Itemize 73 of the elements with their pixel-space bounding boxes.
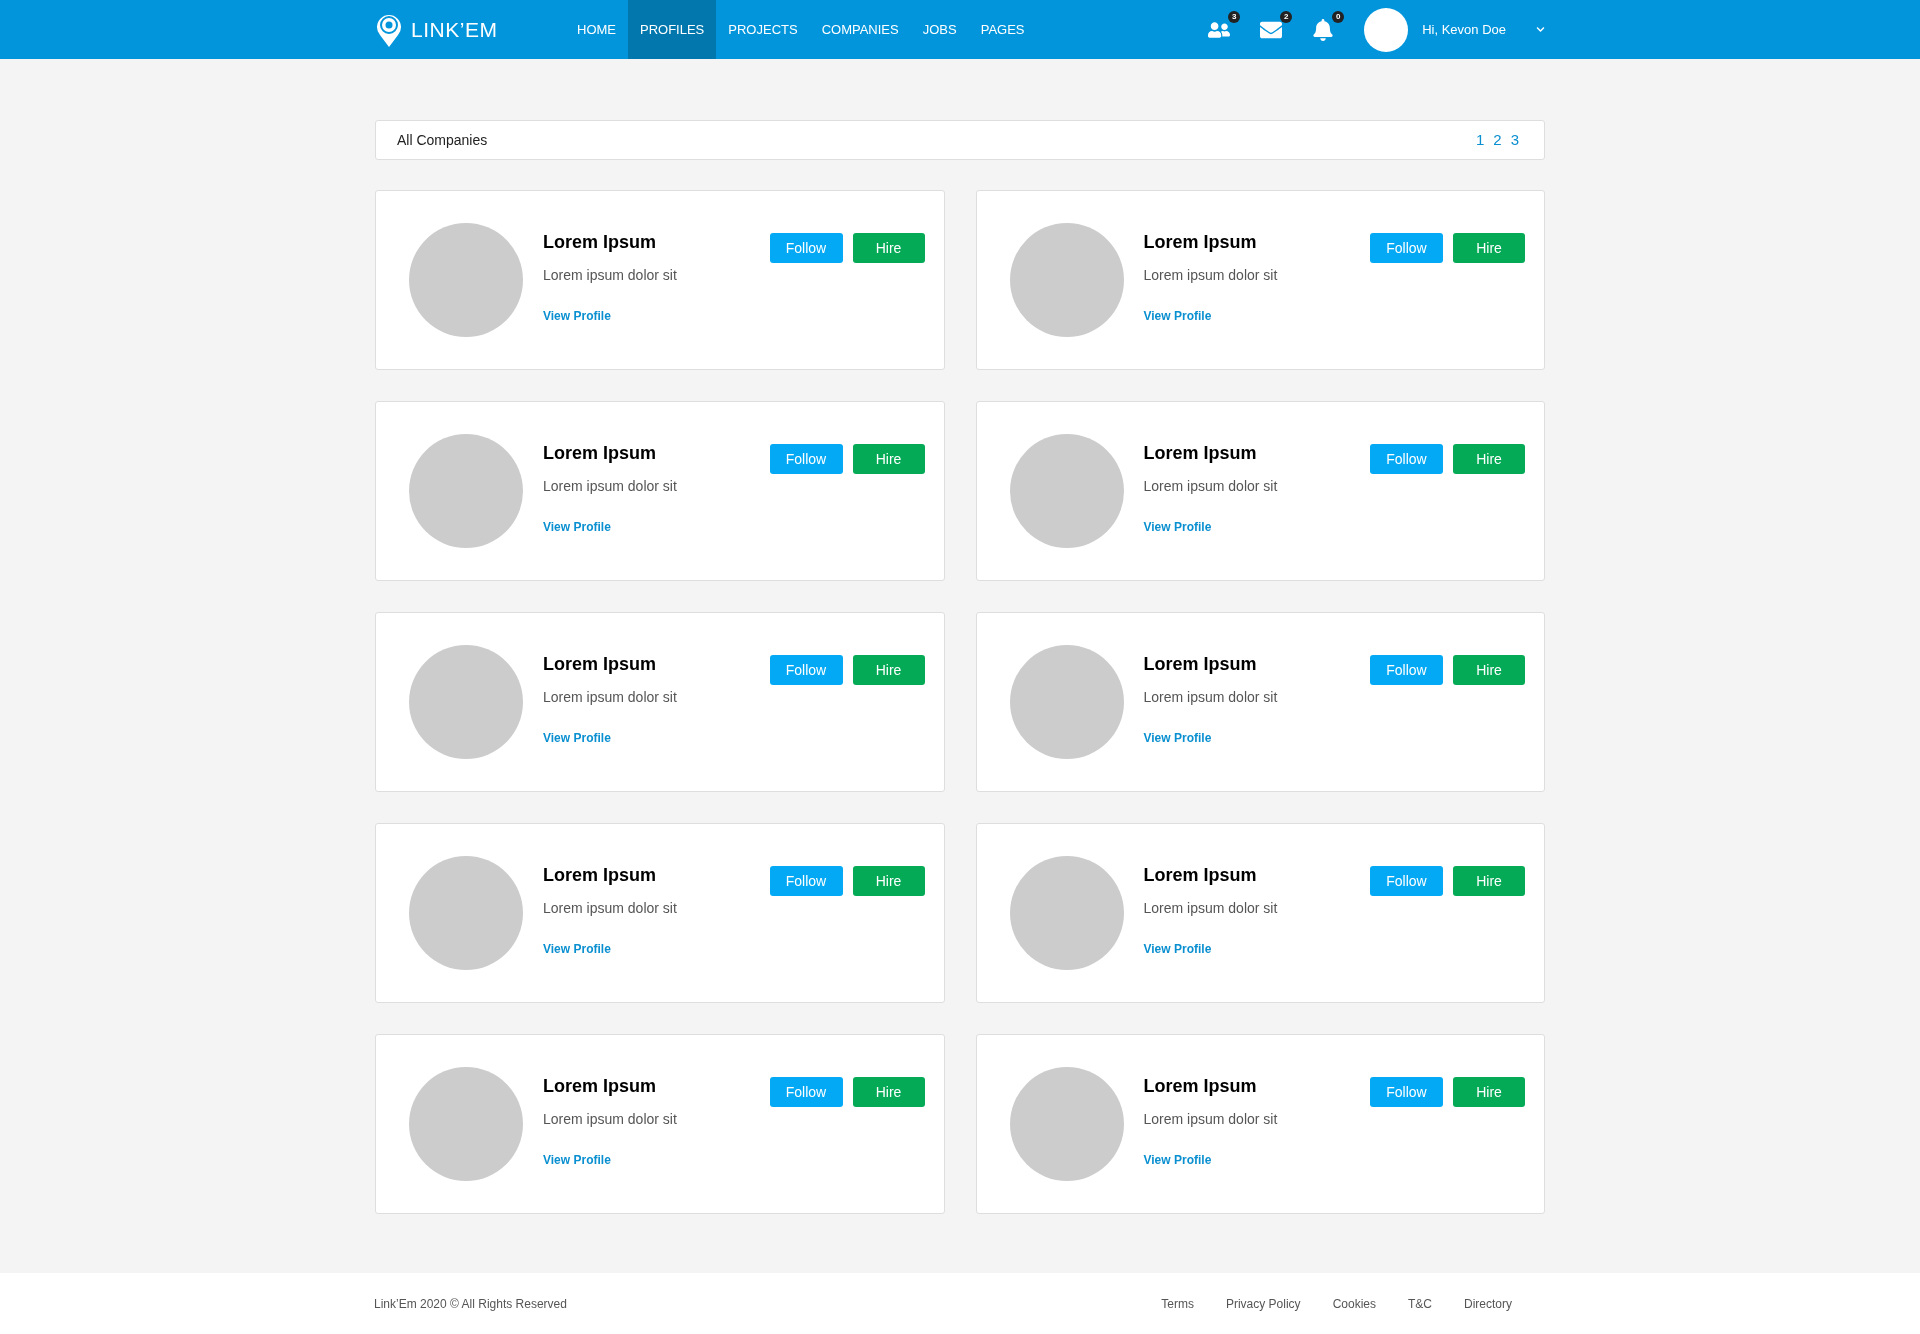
hire-button[interactable]: Hire bbox=[1453, 1077, 1525, 1107]
follow-button[interactable]: Follow bbox=[1370, 1077, 1443, 1107]
profile-name: Lorem Ipsum bbox=[1143, 864, 1258, 887]
follow-button[interactable]: Follow bbox=[1370, 444, 1443, 474]
view-profile-link[interactable]: View Profile bbox=[543, 1151, 677, 1169]
pagination-link[interactable]: 2 bbox=[1493, 128, 1502, 152]
nav-tab[interactable]: COMPANIES bbox=[809, 0, 911, 59]
view-profile-link[interactable]: View Profile bbox=[1143, 940, 1278, 958]
profile-name: Lorem Ipsum bbox=[543, 864, 658, 887]
chevron-down-icon[interactable] bbox=[1536, 25, 1545, 34]
profile-name: Lorem Ipsum bbox=[543, 442, 658, 465]
follow-button[interactable]: Follow bbox=[769, 1077, 843, 1107]
hire-button[interactable]: Hire bbox=[1453, 866, 1525, 896]
profile-description: Lorem ipsum dolor sit bbox=[1143, 688, 1278, 707]
nav-tab[interactable]: PROFILES bbox=[628, 0, 717, 59]
profile-name: Lorem Ipsum bbox=[543, 231, 658, 254]
footer-link[interactable]: Privacy Policy bbox=[1225, 1294, 1301, 1313]
footer-link[interactable]: Cookies bbox=[1332, 1294, 1376, 1313]
hire-button[interactable]: Hire bbox=[852, 233, 925, 263]
profile-description: Lorem ipsum dolor sit bbox=[543, 1110, 677, 1129]
profile-name: Lorem Ipsum bbox=[1143, 442, 1258, 465]
copyright-text: Link’Em 2020 © All Rights Reserved bbox=[374, 1295, 567, 1313]
view-profile-link[interactable]: View Profile bbox=[1143, 307, 1278, 325]
profile-name: Lorem Ipsum bbox=[543, 653, 658, 676]
profile-description: Lorem ipsum dolor sit bbox=[1143, 266, 1278, 285]
view-profile-link[interactable]: View Profile bbox=[543, 518, 677, 536]
bell-icon[interactable] bbox=[1312, 18, 1335, 41]
count-badge: 3 bbox=[1228, 10, 1241, 23]
follow-button[interactable]: Follow bbox=[769, 444, 843, 474]
profile-name: Lorem Ipsum bbox=[1143, 231, 1258, 254]
view-profile-link[interactable]: View Profile bbox=[1143, 729, 1278, 747]
count-badge: 0 bbox=[1332, 10, 1345, 23]
hire-button[interactable]: Hire bbox=[852, 866, 925, 896]
hire-button[interactable]: Hire bbox=[1453, 233, 1525, 263]
follow-button[interactable]: Follow bbox=[769, 233, 843, 263]
nav-tab[interactable]: PAGES bbox=[968, 0, 1037, 59]
hire-button[interactable]: Hire bbox=[852, 444, 925, 474]
nav-tab[interactable]: JOBS bbox=[910, 0, 969, 59]
profile-name: Lorem Ipsum bbox=[1143, 653, 1258, 676]
logo-text: LINK’EM bbox=[411, 16, 498, 43]
footer-link[interactable]: T&C bbox=[1408, 1294, 1432, 1313]
profile-description: Lorem ipsum dolor sit bbox=[1143, 477, 1278, 496]
hire-button[interactable]: Hire bbox=[1453, 655, 1525, 685]
hire-button[interactable]: Hire bbox=[852, 1077, 925, 1107]
follow-button[interactable]: Follow bbox=[769, 655, 843, 685]
profile-description: Lorem ipsum dolor sit bbox=[543, 477, 677, 496]
view-profile-link[interactable]: View Profile bbox=[543, 307, 677, 325]
follow-button[interactable]: Follow bbox=[769, 866, 843, 896]
pagination-link[interactable]: 3 bbox=[1510, 128, 1519, 152]
nav-tab[interactable]: HOME bbox=[565, 0, 628, 59]
user-greeting: Hi, Kevon Doe bbox=[1422, 20, 1506, 39]
count-badge: 2 bbox=[1280, 10, 1293, 23]
profile-description: Lorem ipsum dolor sit bbox=[1143, 899, 1278, 918]
footer-link[interactable]: Directory bbox=[1464, 1294, 1512, 1313]
view-profile-link[interactable]: View Profile bbox=[1143, 1151, 1278, 1169]
nav-tab[interactable]: PROJECTS bbox=[716, 0, 810, 59]
profile-name: Lorem Ipsum bbox=[543, 1075, 658, 1098]
hire-button[interactable]: Hire bbox=[852, 655, 925, 685]
follow-button[interactable]: Follow bbox=[1370, 233, 1443, 263]
panel-title: All Companies bbox=[397, 130, 488, 150]
profile-name: Lorem Ipsum bbox=[1143, 1075, 1258, 1098]
footer-link[interactable]: Terms bbox=[1161, 1294, 1194, 1313]
view-profile-link[interactable]: View Profile bbox=[1143, 518, 1278, 536]
hire-button[interactable]: Hire bbox=[1453, 444, 1525, 474]
profile-description: Lorem ipsum dolor sit bbox=[543, 899, 677, 918]
profile-description: Lorem ipsum dolor sit bbox=[1143, 1110, 1278, 1129]
view-profile-link[interactable]: View Profile bbox=[543, 940, 677, 958]
pagination-link[interactable]: 1 bbox=[1475, 128, 1485, 152]
view-profile-link[interactable]: View Profile bbox=[543, 729, 677, 747]
follow-button[interactable]: Follow bbox=[1370, 866, 1443, 896]
follow-button[interactable]: Follow bbox=[1370, 655, 1443, 685]
profile-description: Lorem ipsum dolor sit bbox=[543, 266, 677, 285]
profile-description: Lorem ipsum dolor sit bbox=[543, 688, 677, 707]
